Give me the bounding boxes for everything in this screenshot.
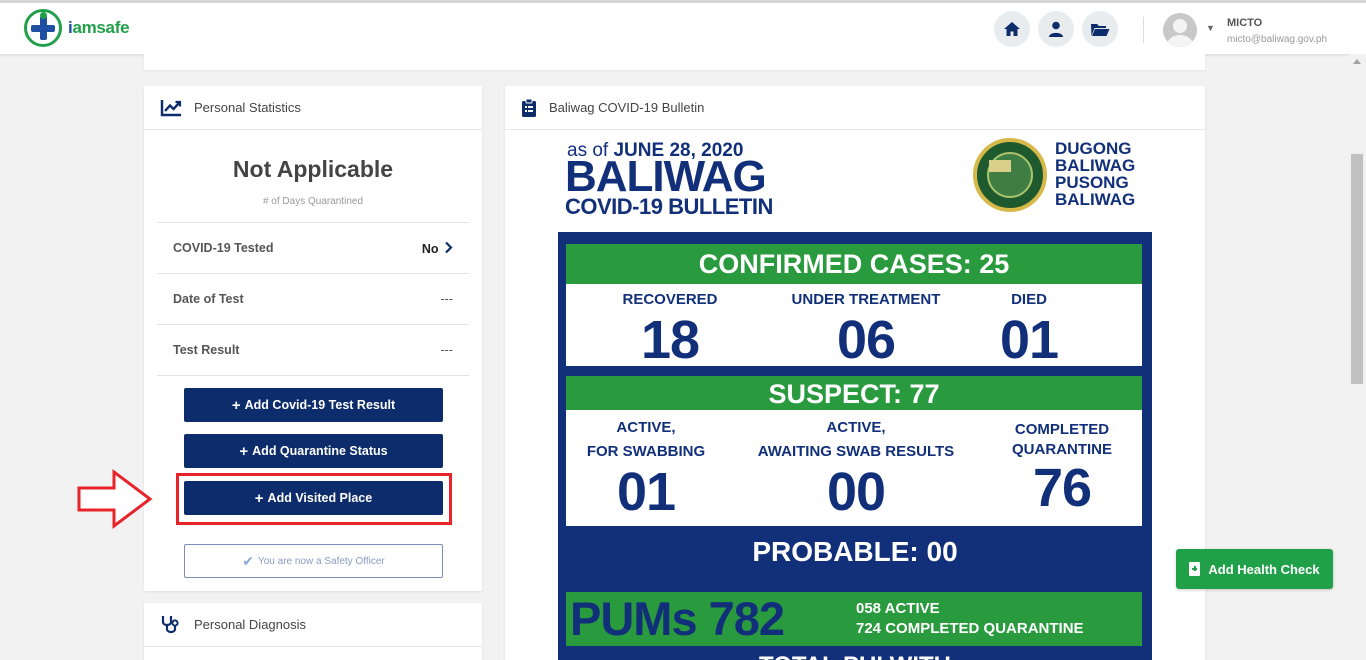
plus-icon: +: [239, 442, 249, 460]
bulletin-panel: CONFIRMED CASES: 25 RECOVERED 18 UNDER T…: [558, 232, 1152, 660]
row-label: COVID-19 Tested: [173, 241, 274, 255]
bulletin-slogan: DUGONG BALIWAG PUSONG BALIWAG: [1055, 139, 1136, 209]
add-covid-test-result-button[interactable]: + Add Covid-19 Test Result: [184, 388, 443, 422]
home-button[interactable]: [994, 11, 1030, 47]
nav-icon-group: [994, 11, 1118, 47]
row-label: Test Result: [173, 343, 240, 357]
stethoscope-icon: [161, 615, 179, 633]
days-quarantined-value: Not Applicable: [232, 156, 394, 182]
divider: [157, 375, 469, 376]
test-result-row: Test Result ---: [157, 324, 469, 375]
highlight-box: [176, 473, 452, 525]
card-title: Baliwag COVID-19 Bulletin: [549, 100, 705, 115]
profile-button[interactable]: [1038, 11, 1074, 47]
check-icon: ✔: [242, 552, 254, 569]
suspect-bar: SUSPECT: 77: [566, 376, 1142, 410]
bulletin-subtitle: COVID-19 BULLETIN: [565, 194, 773, 219]
navbar-divider: [1143, 17, 1144, 43]
active-for-swabbing-stat: ACTIVE, FOR SWABBING 01: [586, 419, 706, 522]
covid-bulletin-header: Baliwag COVID-19 Bulletin: [505, 86, 1205, 130]
top-card-remnant: [144, 54, 1205, 70]
file-plus-icon: [1189, 562, 1201, 576]
completed-quarantine-stat: COMPLETED QUARANTINE 76: [1012, 421, 1112, 518]
pums-total: PUMs 782: [570, 592, 785, 645]
safety-officer-button[interactable]: ✔ You are now a Safety Officer: [184, 544, 443, 578]
row-label: Date of Test: [173, 292, 244, 306]
scrollbar-thumb[interactable]: [1351, 154, 1363, 384]
personal-diagnosis-card: Personal Diagnosis: [144, 603, 482, 660]
home-icon: [1004, 22, 1020, 36]
covid-bulletin-card: Baliwag COVID-19 Bulletin as of JUNE 28,…: [505, 86, 1205, 660]
page-scrollbar[interactable]: [1349, 54, 1366, 660]
app-logo[interactable]: iamsafe: [24, 9, 130, 47]
confirmed-cases-bar: CONFIRMED CASES: 25: [566, 244, 1142, 284]
recovered-stat: RECOVERED 18: [622, 291, 718, 370]
pums-completed: 724 COMPLETED QUARANTINE: [856, 620, 1084, 637]
add-quarantine-status-button[interactable]: + Add Quarantine Status: [184, 434, 443, 468]
arrow-right-icon: [77, 469, 153, 529]
awaiting-swab-stat: ACTIVE, AWAITING SWAB RESULTS 00: [757, 419, 955, 522]
total-pui-heading: TOTAL PUI WITH: [558, 652, 1152, 660]
probable-count: PROBABLE: 00: [752, 536, 958, 567]
chevron-right-icon[interactable]: [444, 241, 453, 254]
user-name: MICTO: [1227, 17, 1263, 29]
add-health-check-button[interactable]: Add Health Check: [1176, 549, 1333, 589]
confirmed-breakdown: RECOVERED 18 UNDER TREATMENT 06 DIED 01: [566, 284, 1142, 370]
plus-icon: +: [231, 396, 241, 414]
died-stat: DIED 01: [999, 291, 1059, 370]
top-navbar: iamsafe ▼ MICTO micto@baliwag.gov.ph: [0, 0, 1366, 54]
folder-button[interactable]: [1082, 11, 1118, 47]
personal-diagnosis-header: Personal Diagnosis: [144, 603, 482, 647]
date-of-test-row: Date of Test ---: [157, 273, 469, 324]
pums-bar: PUMs 782 058 ACTIVE 724 COMPLETED QUARAN…: [566, 592, 1142, 646]
avatar[interactable]: [1163, 13, 1197, 47]
clipboard-icon: [522, 98, 536, 117]
pums-active: 058 ACTIVE: [856, 600, 940, 617]
personal-statistics-header: Personal Statistics: [144, 86, 482, 130]
line-chart-icon: [160, 99, 182, 116]
row-value: ---: [440, 292, 454, 306]
days-quarantined-caption: # of Days Quarantined: [262, 196, 364, 207]
chevron-down-icon[interactable]: ▼: [1206, 23, 1215, 33]
card-title: Personal Diagnosis: [194, 617, 307, 632]
covid-tested-row[interactable]: COVID-19 Tested No: [157, 222, 469, 273]
logo-text: iamsafe: [68, 18, 130, 37]
user-email: micto@baliwag.gov.ph: [1227, 34, 1328, 45]
logo-mark-icon: [24, 9, 62, 47]
row-value: No: [422, 241, 453, 256]
card-title: Personal Statistics: [194, 100, 301, 115]
row-value: ---: [440, 343, 454, 357]
under-treatment-stat: UNDER TREATMENT 06: [791, 291, 941, 370]
folder-icon: [1091, 23, 1110, 36]
suspect-breakdown: ACTIVE, FOR SWABBING 01 ACTIVE, AWAITING…: [566, 410, 1142, 526]
user-icon: [1049, 21, 1063, 37]
bulletin-image: as of JUNE 28, 2020 BALIWAG COVID-19 BUL…: [505, 130, 1205, 660]
municipal-seal: [973, 138, 1047, 212]
